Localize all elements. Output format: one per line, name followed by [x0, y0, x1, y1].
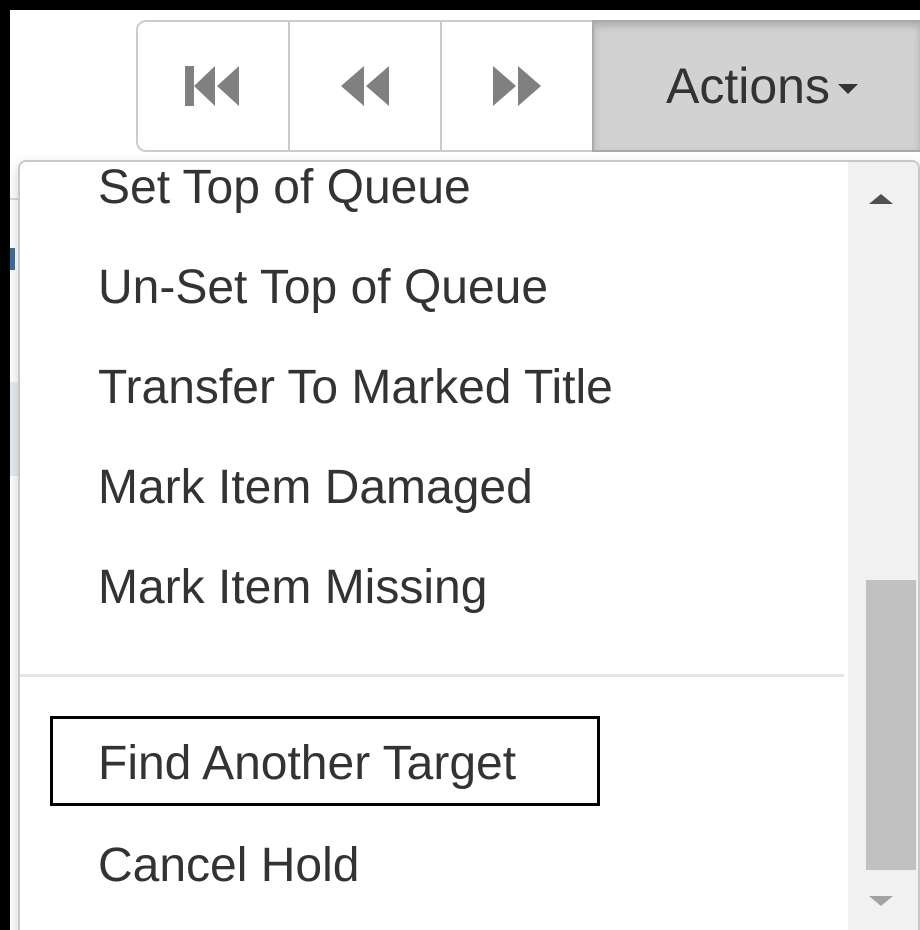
rewind-icon: [339, 63, 391, 109]
page: Actions Set Top of Queue Un-Set Top of Q…: [10, 10, 920, 930]
first-page-button[interactable]: [136, 20, 290, 152]
fast-forward-icon: [491, 63, 543, 109]
previous-page-button[interactable]: [288, 20, 442, 152]
menu-divider: [20, 674, 844, 677]
pager-button-group: Actions: [136, 20, 920, 152]
caret-down-icon: [837, 84, 858, 94]
actions-dropdown-menu: Set Top of Queue Un-Set Top of Queue Tra…: [18, 160, 920, 930]
background-row-highlight: [10, 382, 18, 476]
menu-scrollbar[interactable]: [848, 162, 918, 930]
scroll-up-arrow-icon[interactable]: [869, 194, 893, 204]
menu-item-transfer-to-marked-title[interactable]: Transfer To Marked Title: [98, 364, 613, 412]
skip-to-start-icon: [183, 63, 243, 109]
menu-item-unset-top-of-queue[interactable]: Un-Set Top of Queue: [98, 264, 548, 312]
scroll-down-arrow-icon[interactable]: [869, 896, 893, 906]
menu-item-set-top-of-queue[interactable]: Set Top of Queue: [98, 164, 471, 212]
actions-dropdown-button[interactable]: Actions: [592, 20, 920, 152]
next-page-button[interactable]: [440, 20, 594, 152]
menu-item-cancel-hold[interactable]: Cancel Hold: [98, 842, 359, 890]
menu-item-mark-item-missing[interactable]: Mark Item Missing: [98, 564, 487, 612]
scrollbar-thumb[interactable]: [866, 580, 916, 870]
background-text-fragment: [10, 248, 15, 270]
menu-item-find-another-target[interactable]: Find Another Target: [98, 740, 516, 788]
menu-item-mark-item-damaged[interactable]: Mark Item Damaged: [98, 464, 533, 512]
background-row-divider: [10, 198, 18, 200]
actions-label: Actions: [666, 58, 830, 114]
